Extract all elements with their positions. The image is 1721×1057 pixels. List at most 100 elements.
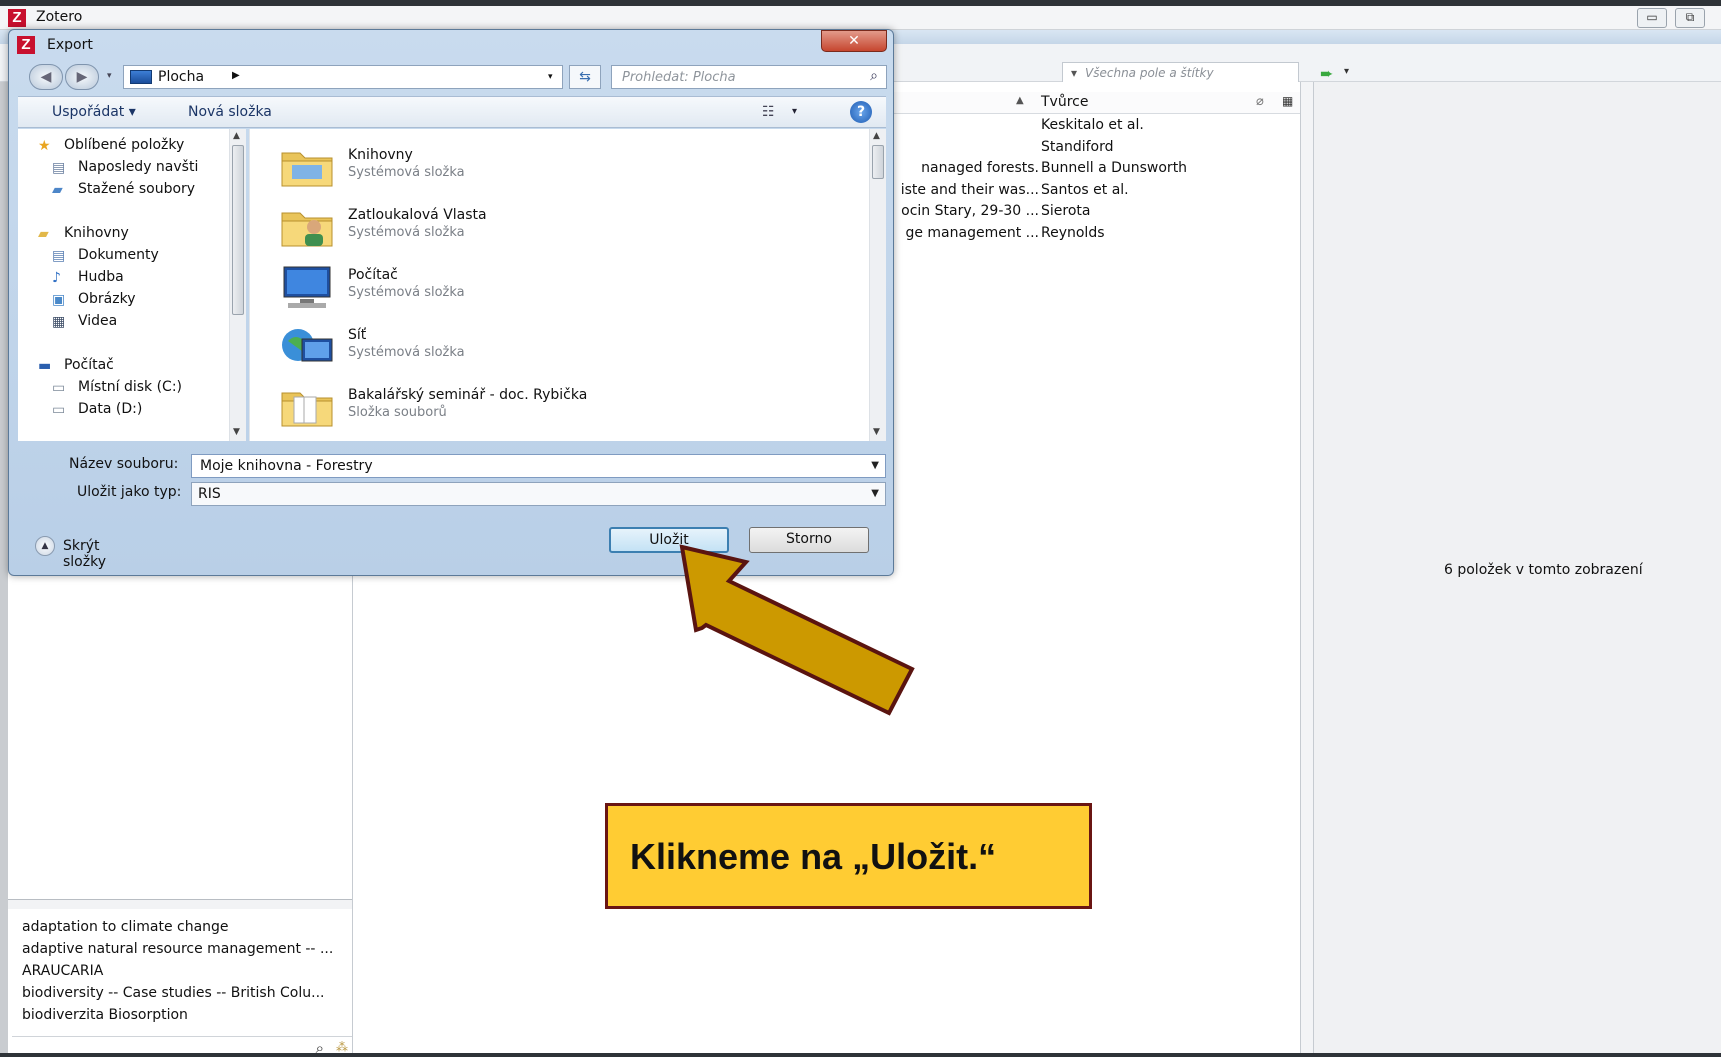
file-list-scrollbar[interactable]: ▲ ▼ bbox=[869, 129, 886, 441]
file-name: Knihovny bbox=[348, 147, 413, 163]
nav-item-label: Videa bbox=[78, 313, 118, 329]
tag-selector-splitter[interactable] bbox=[8, 899, 352, 909]
nav-item-label: Počítač bbox=[64, 357, 114, 373]
breadcrumb-arrow-icon[interactable]: ▶ bbox=[232, 70, 240, 81]
chevron-down-icon[interactable]: ▼ bbox=[871, 488, 879, 499]
desktop-icon bbox=[130, 70, 152, 84]
search-mode-dropdown-icon[interactable]: ▾ bbox=[1071, 66, 1077, 80]
help-icon[interactable]: ? bbox=[850, 101, 872, 123]
window-edge bbox=[0, 82, 8, 1053]
navigation-tree: ★ Oblíbené položky ▤ Naposledy navšti ▰ Staže… bbox=[36, 137, 236, 423]
nav-item-label: Knihovny bbox=[64, 225, 129, 241]
tag-filter-input[interactable]: ⌕ ⁂ bbox=[12, 1036, 352, 1057]
zotero-search-input[interactable]: ▾ Všechna pole a štítky bbox=[1062, 62, 1299, 84]
restore-button[interactable]: ⧉ bbox=[1675, 8, 1705, 28]
search-icon: ⌕ bbox=[315, 1039, 324, 1057]
locate-arrow-icon[interactable]: ➨ bbox=[1320, 64, 1333, 83]
zotero-titlebar: Z Zotero ▭ ⧉ bbox=[0, 6, 1721, 30]
nav-item[interactable]: ▰ Knihovny bbox=[36, 225, 236, 247]
videos-icon: ▦ bbox=[52, 314, 66, 330]
network-icon bbox=[274, 319, 340, 371]
nav-item[interactable]: ▦ Videa bbox=[36, 313, 236, 335]
filename-input[interactable]: Moje knihovna - Forestry ▼ bbox=[191, 454, 886, 478]
address-location[interactable]: Plocha bbox=[158, 69, 204, 85]
navigation-pane: ★ Oblíbené položky ▤ Naposledy navšti ▰ Staže… bbox=[18, 129, 246, 441]
computer-icon bbox=[274, 259, 340, 311]
chevron-down-icon[interactable]: ▼ bbox=[871, 460, 879, 471]
tag-item[interactable]: ARAUCARIA bbox=[22, 963, 342, 985]
nav-item[interactable]: ▣ Obrázky bbox=[36, 291, 236, 313]
file-item[interactable]: Bakalářský seminář - doc. Rybička Složka … bbox=[274, 375, 834, 435]
tag-colors-icon[interactable]: ⁂ bbox=[336, 1040, 348, 1054]
nav-item[interactable]: ▰ Stažené soubory bbox=[36, 181, 236, 203]
zotero-logo-icon: Z bbox=[17, 36, 35, 54]
file-item[interactable]: Knihovny Systémová složka bbox=[274, 135, 834, 195]
attachment-column-icon[interactable]: ⌀ bbox=[1256, 94, 1264, 109]
nav-item[interactable]: ▭ Data (D:) bbox=[36, 401, 236, 423]
close-button[interactable]: ✕ bbox=[821, 30, 887, 52]
star-icon: ★ bbox=[38, 138, 51, 154]
column-picker-icon[interactable]: ▦ bbox=[1282, 94, 1293, 108]
folder-search-placeholder: Prohledat: Plocha bbox=[622, 70, 736, 85]
nav-item-label: Hudba bbox=[78, 269, 124, 285]
scroll-thumb[interactable] bbox=[872, 145, 884, 179]
file-item[interactable]: Počítač Systémová složka bbox=[274, 255, 834, 315]
nav-item-label: Naposledy navšti bbox=[78, 159, 199, 175]
tag-item[interactable]: biodiversity -- Case studies -- British … bbox=[22, 985, 342, 1007]
item-pane-splitter[interactable] bbox=[1300, 82, 1314, 1053]
export-dialog: Z Export ✕ ◀ ▶ ▾ Plocha ▶ ▾ ⇆ Prohledat:… bbox=[8, 29, 894, 576]
forward-button[interactable]: ▶ bbox=[65, 64, 99, 90]
user-folder-icon bbox=[274, 199, 340, 251]
change-view-icon[interactable]: ☷ bbox=[762, 104, 775, 120]
file-name: Síť bbox=[348, 327, 367, 343]
scroll-up-icon[interactable]: ▲ bbox=[873, 131, 880, 141]
nav-item[interactable]: ▤ Naposledy navšti bbox=[36, 159, 236, 181]
address-bar[interactable]: Plocha ▶ ▾ bbox=[123, 65, 563, 89]
collapse-up-icon[interactable]: ▲ bbox=[35, 536, 55, 556]
filetype-value: RIS bbox=[198, 486, 221, 502]
view-dropdown-icon[interactable]: ▾ bbox=[792, 106, 797, 117]
filetype-label: Uložit jako typ: bbox=[77, 484, 182, 500]
zotero-window-title: Zotero bbox=[36, 9, 83, 25]
address-dropdown-icon[interactable]: ▾ bbox=[548, 72, 553, 82]
locate-dropdown-icon[interactable]: ▾ bbox=[1344, 66, 1349, 77]
item-title: iste and their was... bbox=[900, 181, 1039, 198]
tag-item[interactable]: adaptive natural resource management -- … bbox=[22, 941, 342, 963]
nav-item[interactable]: ♪ Hudba bbox=[36, 269, 236, 291]
nav-item[interactable]: ★ Oblíbené položky bbox=[36, 137, 236, 159]
minimize-button[interactable]: ▭ bbox=[1637, 8, 1667, 28]
nav-item[interactable]: ▤ Dokumenty bbox=[36, 247, 236, 269]
hide-folders-label[interactable]: Skrýt složky bbox=[63, 538, 106, 570]
file-type: Systémová složka bbox=[348, 165, 465, 180]
filetype-select[interactable]: RIS ▼ bbox=[191, 482, 886, 506]
item-creator: Santos et al. bbox=[1041, 181, 1129, 198]
navigation-scrollbar[interactable]: ▲ ▼ bbox=[229, 129, 246, 441]
new-folder-button[interactable]: Nová složka bbox=[188, 104, 272, 120]
scroll-up-icon[interactable]: ▲ bbox=[233, 131, 240, 141]
organize-button[interactable]: Uspořádat ▾ bbox=[52, 104, 136, 120]
recent-locations-dropdown-icon[interactable]: ▾ bbox=[107, 71, 112, 81]
file-list: Knihovny Systémová složka Zatloukalová Vla… bbox=[249, 129, 886, 441]
file-item[interactable]: Síť Systémová složka bbox=[274, 315, 834, 375]
scroll-thumb[interactable] bbox=[232, 145, 244, 315]
tag-item[interactable]: biodiverzita Biosorption bbox=[22, 1007, 342, 1029]
nav-item[interactable]: ▬ Počítač bbox=[36, 357, 236, 379]
column-creator[interactable]: Tvůrce bbox=[1041, 94, 1088, 110]
nav-item[interactable]: ▭ Místní disk (C:) bbox=[36, 379, 236, 401]
folder-search-input[interactable]: Prohledat: Plocha ⌕ bbox=[611, 65, 887, 89]
item-creator: Sierota bbox=[1041, 203, 1091, 219]
tag-item[interactable]: adaptation to climate change bbox=[22, 919, 342, 941]
cancel-button[interactable]: Storno bbox=[749, 527, 869, 553]
nav-item-label: Data (D:) bbox=[78, 401, 143, 417]
zotero-search-placeholder: Všechna pole a štítky bbox=[1085, 66, 1214, 80]
file-item[interactable]: Zatloukalová Vlasta Systémová složka bbox=[274, 195, 834, 255]
refresh-button[interactable]: ⇆ bbox=[569, 65, 601, 89]
scroll-down-icon[interactable]: ▼ bbox=[873, 427, 880, 437]
scroll-down-icon[interactable]: ▼ bbox=[233, 427, 240, 437]
item-title: nanaged forests. bbox=[921, 160, 1039, 176]
back-button[interactable]: ◀ bbox=[29, 64, 63, 90]
pictures-icon: ▣ bbox=[52, 292, 66, 308]
save-button[interactable]: Uložit bbox=[609, 527, 729, 553]
zotero-logo-icon: Z bbox=[8, 9, 26, 27]
